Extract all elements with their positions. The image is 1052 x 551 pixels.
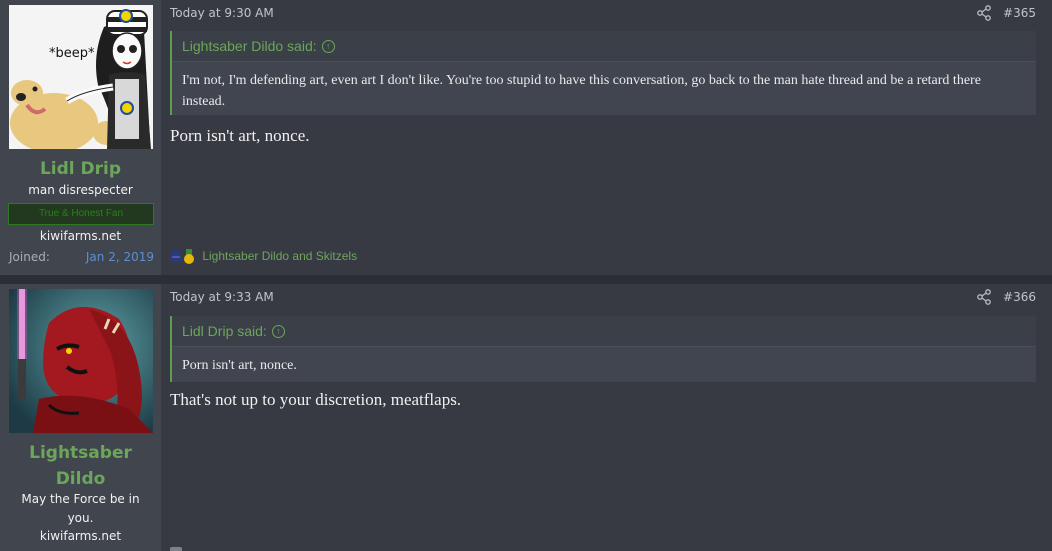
- reaction-icons: [169, 248, 199, 264]
- post-number-link[interactable]: #366: [1003, 290, 1036, 304]
- joined-info: Joined: Jan 2, 2019: [9, 250, 154, 264]
- post-meta: Today at 9:33 AM #366: [170, 289, 1036, 306]
- avatar[interactable]: [9, 289, 153, 433]
- user-site: kiwifarms.net: [39, 529, 122, 543]
- post-time[interactable]: Today at 9:30 AM: [170, 6, 274, 20]
- share-icon[interactable]: [977, 289, 991, 305]
- reactions-bar[interactable]: Lightsaber Dildo and Skitzels: [169, 248, 357, 268]
- quote-header[interactable]: Lightsaber Dildo said: ↑: [172, 31, 1036, 62]
- quote-block: Lightsaber Dildo said: ↑ I'm not, I'm def…: [170, 31, 1036, 115]
- reactions-list[interactable]: Lightsaber Dildo and Skitzels: [202, 249, 357, 263]
- joined-date: Jan 2, 2019: [85, 250, 154, 264]
- user-info-panel: *beep* Lidl Drip man disrespecter True &…: [0, 0, 161, 275]
- quote-author[interactable]: Lidl Drip said:: [182, 323, 267, 339]
- reaction-stub: [170, 547, 182, 551]
- post-time[interactable]: Today at 9:33 AM: [170, 290, 274, 304]
- quote-header[interactable]: Lidl Drip said: ↑: [172, 316, 1036, 347]
- user-site: kiwifarms.net: [39, 229, 122, 243]
- share-icon[interactable]: [977, 5, 991, 21]
- post-366: Lightsaber Dildo May the Force be in you…: [0, 284, 1052, 551]
- top-hat-icon: [169, 250, 183, 261]
- quote-text: Porn isn't art, nonce.: [182, 358, 297, 373]
- user-banner: True & Honest Fan: [8, 203, 154, 225]
- arrow-up-icon[interactable]: ↑: [321, 39, 335, 53]
- username[interactable]: Lidl Drip: [0, 156, 161, 182]
- quote-block: Lidl Drip said: ↑ Porn isn't art, nonce.: [170, 316, 1036, 382]
- arrow-up-icon[interactable]: ↑: [271, 324, 285, 338]
- quote-text: I'm not, I'm defending art, even art I d…: [182, 73, 981, 109]
- post-meta: Today at 9:30 AM #365: [170, 5, 1036, 22]
- post-body: That's not up to your discretion, meatfl…: [170, 390, 462, 409]
- user-title: man disrespecter: [28, 183, 133, 197]
- post-number-link[interactable]: #365: [1003, 6, 1036, 20]
- username[interactable]: Lightsaber Dildo: [0, 440, 161, 492]
- post-365: *beep* Lidl Drip man disrespecter True &…: [0, 0, 1052, 275]
- user-title: May the Force be in you.: [21, 492, 140, 525]
- medal-icon: [184, 249, 194, 264]
- quote-author[interactable]: Lightsaber Dildo said:: [182, 38, 317, 54]
- post-main: Today at 9:33 AM #366 Lidl Drip said: ↑ P…: [161, 284, 1052, 551]
- avatar-caption: *beep*: [49, 46, 95, 61]
- avatar[interactable]: *beep*: [9, 5, 153, 149]
- joined-label: Joined:: [9, 250, 50, 264]
- post-main: Today at 9:30 AM #365 Lightsaber Dildo s…: [161, 0, 1052, 275]
- post-body: Porn isn't art, nonce.: [170, 126, 310, 145]
- user-info-panel: Lightsaber Dildo May the Force be in you…: [0, 284, 161, 551]
